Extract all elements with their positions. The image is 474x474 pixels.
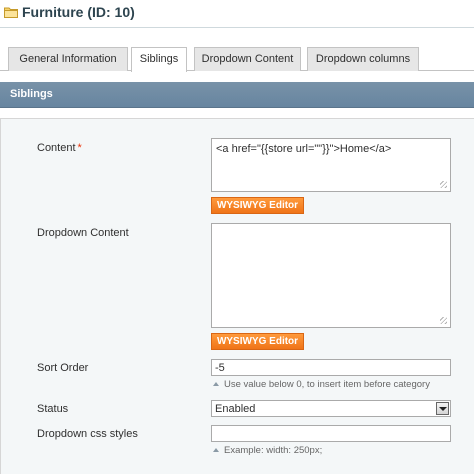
resize-grip-icon[interactable]: [440, 181, 447, 188]
tab-siblings[interactable]: Siblings: [131, 47, 187, 72]
required-mark: *: [77, 142, 82, 154]
css-styles-label: Dropdown css styles: [37, 428, 138, 440]
dropdown-content-label: Dropdown Content: [37, 227, 129, 239]
sort-order-input[interactable]: -5: [211, 359, 451, 376]
css-styles-note-text: Example: width: 250px;: [224, 445, 323, 456]
tab-dropdown-columns[interactable]: Dropdown columns: [307, 47, 419, 71]
section-title: Siblings: [10, 88, 53, 100]
folder-icon: [4, 7, 18, 18]
content-label: Content *: [37, 142, 82, 154]
sort-order-label: Sort Order: [37, 362, 89, 374]
dropdown-content-textarea[interactable]: [211, 223, 451, 328]
tab-general-information[interactable]: General Information: [8, 47, 128, 71]
content-textarea[interactable]: <a href="{{store url=""}}">Home</a>: [211, 138, 451, 192]
note-arrow-icon: [213, 382, 219, 386]
tabs-strip: General Information Siblings Dropdown Co…: [0, 47, 474, 72]
status-label: Status: [37, 403, 69, 415]
content-wysiwyg-button[interactable]: WYSIWYG Editor: [211, 197, 304, 214]
status-select[interactable]: Enabled: [211, 400, 451, 417]
section-header: Siblings: [0, 82, 474, 108]
note-arrow-icon: [213, 448, 219, 452]
page-title: Furniture (ID: 10): [22, 4, 135, 20]
sort-order-note-text: Use value below 0, to insert item before…: [224, 379, 430, 390]
chevron-down-icon[interactable]: [436, 402, 449, 415]
css-styles-note: Example: width: 250px;: [213, 445, 322, 456]
resize-grip-icon[interactable]: [440, 317, 447, 324]
content-value: <a href="{{store url=""}}">Home</a>: [216, 143, 392, 155]
tab-dropdown-content[interactable]: Dropdown Content: [194, 47, 301, 71]
content-label-text: Content: [37, 142, 76, 154]
dropdown-content-wysiwyg-button[interactable]: WYSIWYG Editor: [211, 333, 304, 350]
sort-order-note: Use value below 0, to insert item before…: [213, 379, 430, 390]
form-area: Content * <a href="{{store url=""}}">Home…: [0, 118, 474, 474]
page-header: Furniture (ID: 10): [0, 0, 474, 28]
status-selected-value: Enabled: [215, 403, 256, 415]
css-styles-input[interactable]: [211, 425, 451, 442]
